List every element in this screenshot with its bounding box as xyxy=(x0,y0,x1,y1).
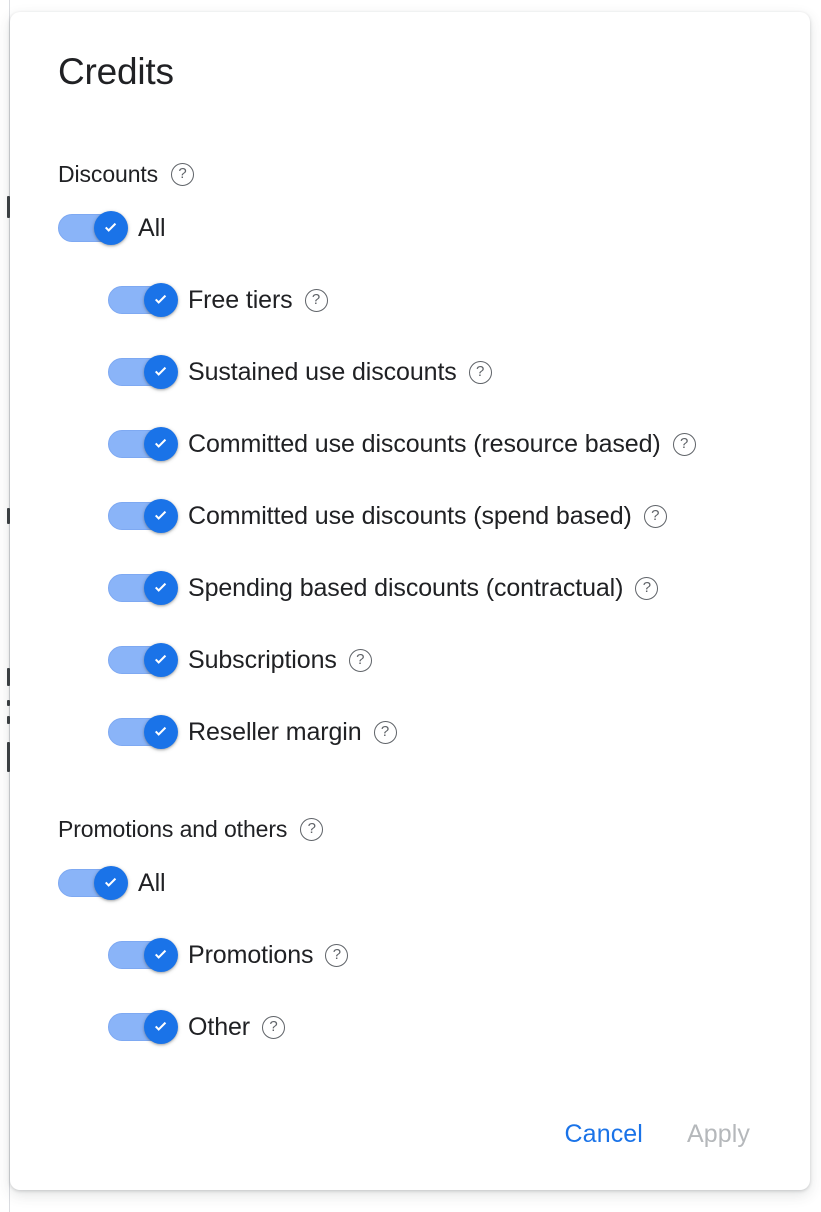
help-icon[interactable]: ? xyxy=(373,720,397,744)
switch-thumb xyxy=(144,355,178,389)
toggle-label: Other xyxy=(188,1013,251,1041)
help-icon[interactable]: ? xyxy=(468,360,492,384)
switch-thumb xyxy=(144,427,178,461)
switch-thumb xyxy=(94,866,128,900)
check-icon xyxy=(155,438,167,448)
check-icon xyxy=(155,726,167,736)
page-title: Credits xyxy=(58,51,174,92)
help-icon[interactable]: ? xyxy=(635,576,659,600)
section-discounts: Discounts ? All Free tiers ? Sustained u… xyxy=(58,160,762,755)
help-icon-glyph: ? xyxy=(679,435,689,452)
toggle-label: Promotions xyxy=(188,941,314,969)
cancel-button[interactable]: Cancel xyxy=(543,1112,665,1157)
toggle-label: All xyxy=(138,214,166,242)
toggle-row-promotions-all[interactable]: All xyxy=(58,860,762,906)
help-icon[interactable]: ? xyxy=(672,432,696,456)
switch-thumb xyxy=(144,1010,178,1044)
help-icon[interactable]: ? xyxy=(643,504,667,528)
toggle-row-reseller-margin[interactable]: Reseller margin ? xyxy=(108,709,762,755)
toggle-switch-free-tiers[interactable] xyxy=(108,283,180,317)
help-icon[interactable]: ? xyxy=(304,288,328,312)
help-icon-glyph: ? xyxy=(651,507,660,524)
help-icon[interactable]: ? xyxy=(325,943,349,967)
toggle-switch-reseller-margin[interactable] xyxy=(108,715,180,749)
toggle-label: Committed use discounts (resource based) xyxy=(188,430,661,458)
section-header-discounts: Discounts ? xyxy=(58,160,762,188)
section-promotions-and-others: Promotions and others ? All Promotions ?… xyxy=(58,815,762,1050)
toggle-row-sustained-use-discounts[interactable]: Sustained use discounts ? xyxy=(108,349,762,395)
toggle-row-committed-use-discounts-spend-based[interactable]: Committed use discounts (spend based) ? xyxy=(108,493,762,539)
check-icon xyxy=(105,222,117,232)
toggle-row-spending-based-discounts-contractual[interactable]: Spending based discounts (contractual) ? xyxy=(108,565,762,611)
help-icon-glyph: ? xyxy=(642,579,652,596)
check-icon xyxy=(155,366,167,376)
switch-thumb xyxy=(144,571,178,605)
help-icon-glyph: ? xyxy=(380,723,390,740)
check-icon xyxy=(155,654,167,664)
toggle-row-committed-use-discounts-resource-based[interactable]: Committed use discounts (resource based)… xyxy=(108,421,762,467)
apply-button[interactable]: Apply xyxy=(665,1112,772,1157)
help-icon-glyph: ? xyxy=(356,651,365,668)
section-title-discounts: Discounts xyxy=(58,161,159,187)
check-icon xyxy=(105,877,117,887)
toggle-switch-committed-use-discounts-spend-based[interactable] xyxy=(108,499,180,533)
check-icon xyxy=(155,510,167,520)
switch-thumb xyxy=(144,715,178,749)
help-icon-glyph: ? xyxy=(269,1018,278,1035)
help-icon-glyph: ? xyxy=(178,165,187,182)
help-icon[interactable]: ? xyxy=(262,1015,286,1039)
toggle-switch-committed-use-discounts-resource-based[interactable] xyxy=(108,427,180,461)
toggle-switch-promotions-all[interactable] xyxy=(58,866,130,900)
toggle-row-discounts-all[interactable]: All xyxy=(58,205,762,251)
toggle-switch-other[interactable] xyxy=(108,1010,180,1044)
toggle-row-subscriptions[interactable]: Subscriptions ? xyxy=(108,637,762,683)
switch-thumb xyxy=(144,499,178,533)
switch-thumb xyxy=(144,938,178,972)
help-icon[interactable]: ? xyxy=(348,648,372,672)
section-title-promotions-and-others: Promotions and others xyxy=(58,816,288,842)
toggle-label: Spending based discounts (contractual) xyxy=(188,574,624,602)
dialog-body: Credits Discounts ? All Free tiers ? Sus… xyxy=(10,12,810,1050)
credits-dialog: Credits Discounts ? All Free tiers ? Sus… xyxy=(10,12,810,1190)
toggle-label: Committed use discounts (spend based) xyxy=(188,502,632,530)
toggle-row-other[interactable]: Other ? xyxy=(108,1004,762,1050)
toggle-row-promotions[interactable]: Promotions ? xyxy=(108,932,762,978)
switch-thumb xyxy=(94,211,128,245)
switch-thumb xyxy=(144,283,178,317)
toggle-label: All xyxy=(138,869,166,897)
toggle-label: Sustained use discounts xyxy=(188,358,457,386)
switch-thumb xyxy=(144,643,178,677)
dialog-footer: Cancel Apply xyxy=(10,1078,810,1190)
check-icon xyxy=(155,582,167,592)
toggle-row-free-tiers[interactable]: Free tiers ? xyxy=(108,277,762,323)
toggle-switch-subscriptions[interactable] xyxy=(108,643,180,677)
toggle-switch-spending-based-discounts-contractual[interactable] xyxy=(108,571,180,605)
check-icon xyxy=(155,1021,167,1031)
help-icon[interactable]: ? xyxy=(300,817,324,841)
toggle-switch-discounts-all[interactable] xyxy=(58,211,130,245)
help-icon-glyph: ? xyxy=(307,820,316,837)
help-icon-glyph: ? xyxy=(476,363,485,380)
toggle-label: Free tiers xyxy=(188,286,293,314)
toggle-label: Subscriptions xyxy=(188,646,337,674)
check-icon xyxy=(155,294,167,304)
help-icon-glyph: ? xyxy=(332,946,342,963)
toggle-label: Reseller margin xyxy=(188,718,362,746)
toggle-switch-sustained-use-discounts[interactable] xyxy=(108,355,180,389)
help-icon[interactable]: ? xyxy=(171,162,195,186)
help-icon-glyph: ? xyxy=(311,291,321,308)
check-icon xyxy=(155,949,167,959)
section-header-promotions-and-others: Promotions and others ? xyxy=(58,815,762,843)
toggle-switch-promotions[interactable] xyxy=(108,938,180,972)
